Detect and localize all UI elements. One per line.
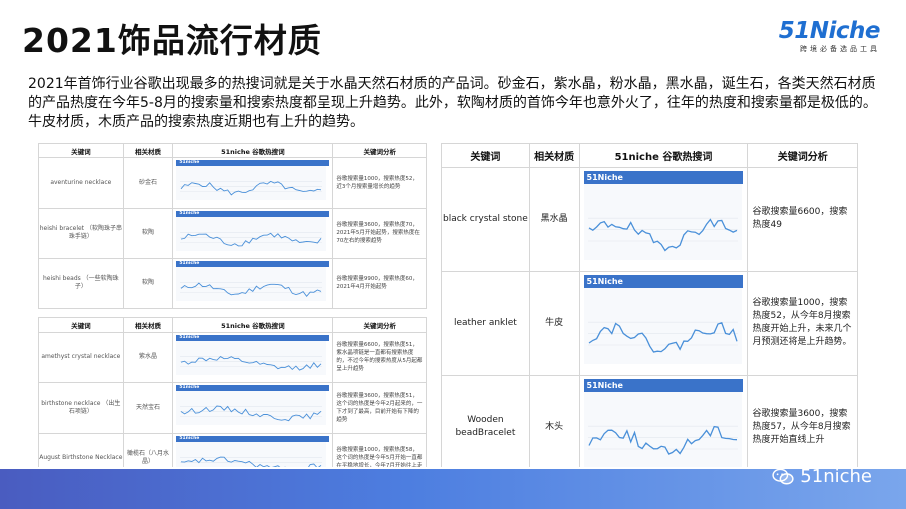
header-trend: 51niche 谷歌热搜词 [172, 317, 334, 333]
table-row: black crystal stone 黑水晶 51Niche 谷歌搜索量6600，搜… [441, 166, 858, 272]
trend-chart-thumbnail: 51niche [176, 160, 330, 205]
header-keyword: 关键词 [38, 317, 124, 333]
trend-chart-cell: 51niche [172, 331, 334, 384]
table-lower-left: 关键词 相关材质 51niche 谷歌热搜词 关键词分析 amethyst cr… [38, 317, 427, 485]
trend-chart-header: 51Niche [583, 274, 744, 288]
trend-chart-cell: 51niche [172, 382, 334, 434]
trend-chart-thumbnail: 51Niche [583, 170, 744, 268]
table-row: birthstone necklace （出生石项链） 天然宝石 51niche 谷歌… [38, 382, 427, 434]
trend-chart-thumbnail: 51niche [176, 210, 330, 256]
intro-paragraph: 2021年首饰行业谷歌出现最多的热搜词就是关于水晶天然石材质的产品词。砂金石，紫… [28, 76, 877, 130]
keyword-cell: birthstone necklace （出生石项链） [38, 382, 124, 434]
header-analysis: 关键词分析 [332, 142, 427, 159]
table-row: Wooden beadBracelet 木头 51Niche 谷歌搜索量3600，搜索… [441, 374, 858, 481]
trend-chart-thumbnail: 51niche [176, 334, 330, 380]
trend-sparkline [176, 340, 327, 375]
trend-sparkline [583, 287, 742, 364]
trend-chart-cell: 51niche [172, 157, 334, 209]
trend-sparkline [176, 166, 327, 201]
watermark-text: 51niche [800, 466, 872, 487]
header-keyword: 关键词 [38, 142, 124, 159]
trend-chart-thumbnail: 51niche [176, 260, 330, 306]
header-material: 相关材质 [122, 142, 174, 159]
table-row: amethyst crystal necklace 紫水晶 51niche 谷歌搜索量… [38, 331, 427, 384]
keyword-cell: aventurine necklace [38, 157, 124, 209]
trend-sparkline [176, 216, 327, 251]
header-keyword: 关键词 [441, 143, 530, 168]
trend-sparkline [583, 391, 742, 468]
table-row: heishi bracelet （软陶珠子串珠手链） 软陶 51niche 谷歌搜索量… [38, 207, 427, 259]
header-analysis: 关键词分析 [747, 143, 858, 168]
table-header-row: 关键词 相关材质 51niche 谷歌热搜词 关键词分析 [441, 143, 858, 168]
trend-chart-thumbnail: 51Niche [583, 378, 744, 476]
trend-chart-cell: 51Niche [578, 270, 749, 376]
trend-sparkline [176, 266, 327, 301]
header-trend: 51niche 谷歌热搜词 [578, 143, 749, 168]
table-header-row: 关键词 相关材质 51niche 谷歌热搜词 关键词分析 [38, 142, 427, 159]
trend-sparkline [176, 391, 327, 426]
analysis-cell: 谷歌搜索量3600，搜索热度70，2021年5月开始起势，搜索热度在70左右的搜… [332, 207, 427, 259]
trend-chart-cell: 51niche [172, 207, 334, 259]
material-cell: 天然宝石 [122, 382, 174, 434]
trend-chart-thumbnail: 51niche [176, 385, 330, 430]
header-analysis: 关键词分析 [332, 317, 427, 333]
brand-logo: 51Niche 跨境必备选品工具 [778, 18, 881, 54]
table-header-row: 关键词 相关材质 51niche 谷歌热搜词 关键词分析 [38, 317, 427, 333]
table-upper-left: 关键词 相关材质 51niche 谷歌热搜词 关键词分析 aventurine … [38, 142, 427, 310]
wechat-icon [772, 468, 794, 484]
header-material: 相关材质 [528, 143, 580, 168]
material-cell: 黑水晶 [528, 166, 580, 272]
table-row: leather anklet 牛皮 51Niche 谷歌搜索量1000，搜索热度52，… [441, 270, 858, 376]
analysis-cell: 谷歌搜索量6600，搜索热度49 [747, 166, 858, 272]
trend-chart-thumbnail: 51Niche [583, 274, 744, 372]
keyword-cell: leather anklet [441, 270, 530, 376]
table-row: aventurine necklace 砂金石 51niche 谷歌搜索量1000，搜… [38, 157, 427, 209]
trend-chart-header: 51Niche [583, 378, 744, 392]
trend-sparkline [583, 183, 742, 260]
analysis-cell: 谷歌搜索量3600，搜索热度51，这个词的热度是今年2月起来的，一下才到了最高，… [332, 382, 427, 434]
trend-chart-cell: 51niche [172, 257, 334, 310]
keyword-cell: heishi bracelet （软陶珠子串珠手链） [38, 207, 124, 259]
logo-tagline: 跨境必备选品工具 [800, 45, 880, 53]
material-cell: 牛皮 [528, 270, 580, 376]
header-trend: 51niche 谷歌热搜词 [172, 142, 334, 159]
table-right: 关键词 相关材质 51niche 谷歌热搜词 关键词分析 black cryst… [441, 143, 858, 481]
analysis-cell: 谷歌搜索量1000，搜索热度52，从今年8月搜索热度开始上升，未来几个月预测还将… [747, 270, 858, 376]
trend-chart-header: 51Niche [583, 170, 744, 184]
footer-band [0, 469, 906, 509]
material-cell: 紫水晶 [122, 331, 174, 384]
keyword-cell: black crystal stone [441, 166, 530, 272]
analysis-cell: 谷歌搜索量6600，搜索热度51，紫水晶项链是一直都有搜索热度的，不过今年的搜索… [332, 331, 427, 384]
watermark: 51niche [772, 466, 872, 487]
material-cell: 木头 [528, 374, 580, 481]
material-cell: 砂金石 [122, 157, 174, 209]
logo-text: 51Niche [778, 18, 881, 44]
page-title: 2021饰品流行材质 [22, 21, 322, 60]
keyword-cell: amethyst crystal necklace [38, 331, 124, 384]
analysis-cell: 谷歌搜索量1000，搜索热度52，近3个月搜索量增长的趋势 [332, 157, 427, 209]
material-cell: 软陶 [122, 207, 174, 259]
analysis-cell: 谷歌搜索量9900，搜索热度60，2021年4月开始起势 [332, 257, 427, 310]
trend-chart-cell: 51Niche [578, 374, 749, 481]
material-cell: 软陶 [122, 257, 174, 310]
keyword-cell: heishi beads （一些软陶珠子） [38, 257, 124, 310]
keyword-cell: Wooden beadBracelet [441, 374, 530, 481]
trend-chart-cell: 51Niche [578, 166, 749, 272]
table-row: heishi beads （一些软陶珠子） 软陶 51niche 谷歌搜索量9900，… [38, 257, 427, 310]
analysis-cell: 谷歌搜索量3600，搜索热度57，从今年8月搜索热度开始直线上升 [747, 374, 858, 481]
header-material: 相关材质 [122, 317, 174, 333]
